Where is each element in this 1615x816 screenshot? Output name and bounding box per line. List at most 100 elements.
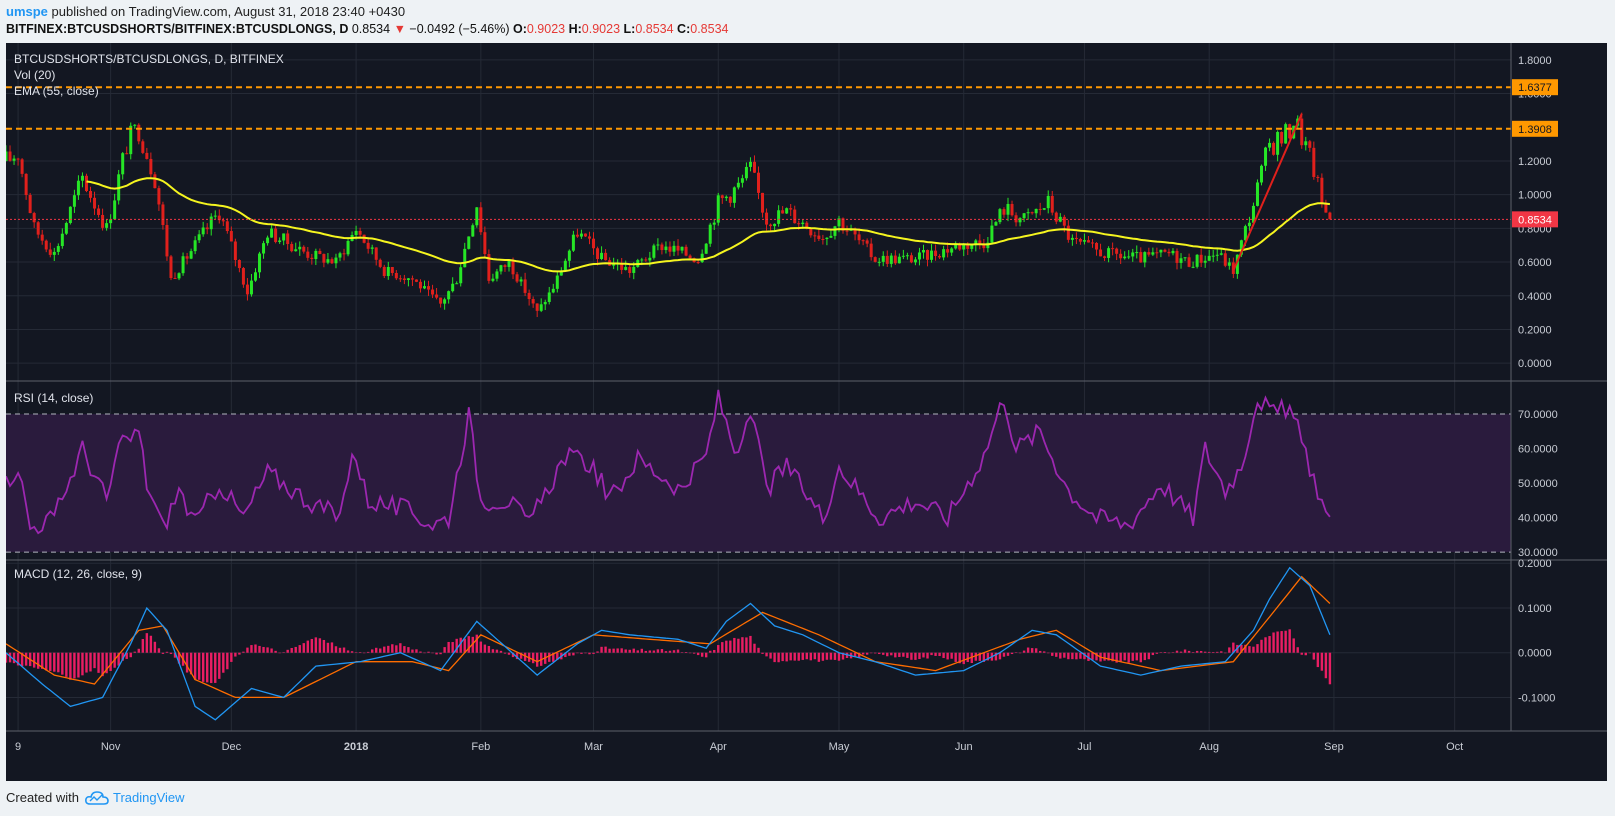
candle-down[interactable]: [483, 232, 487, 255]
candle-down[interactable]: [141, 141, 145, 153]
candle-up[interactable]: [1264, 147, 1268, 166]
candle-down[interactable]: [185, 256, 189, 259]
candle-up[interactable]: [1203, 260, 1207, 263]
candle-down[interactable]: [36, 222, 40, 235]
candle-up[interactable]: [1006, 203, 1010, 215]
candle-down[interactable]: [1316, 176, 1320, 178]
candle-up[interactable]: [499, 265, 503, 272]
candle-up[interactable]: [600, 252, 604, 259]
candle-down[interactable]: [137, 124, 141, 142]
candle-down[interactable]: [1175, 250, 1179, 263]
candle-down[interactable]: [1167, 251, 1171, 254]
candle-down[interactable]: [1163, 249, 1167, 252]
candle-down[interactable]: [225, 221, 229, 232]
candle-down[interactable]: [1099, 249, 1103, 257]
candle-up[interactable]: [294, 249, 298, 252]
candle-up[interactable]: [1042, 208, 1046, 210]
candle-up[interactable]: [423, 286, 427, 289]
candle-down[interactable]: [535, 303, 539, 311]
candle-up[interactable]: [52, 251, 56, 255]
candle-up[interactable]: [189, 251, 193, 259]
candle-up[interactable]: [724, 196, 728, 199]
candle-up[interactable]: [785, 208, 789, 214]
candle-down[interactable]: [592, 238, 596, 249]
candle-up[interactable]: [1227, 262, 1231, 266]
candle-up[interactable]: [68, 206, 72, 224]
candle-up[interactable]: [201, 227, 205, 235]
candle-down[interactable]: [93, 197, 97, 209]
candle-down[interactable]: [1050, 195, 1054, 213]
candle-up[interactable]: [1131, 252, 1135, 257]
candle-up[interactable]: [213, 215, 217, 217]
candle-down[interactable]: [1090, 242, 1094, 244]
candle-down[interactable]: [153, 174, 157, 189]
candle-down[interactable]: [16, 158, 20, 160]
candle-down[interactable]: [125, 153, 129, 155]
candle-down[interactable]: [1199, 254, 1203, 263]
candle-up[interactable]: [905, 255, 909, 257]
candle-down[interactable]: [789, 208, 793, 210]
candle-down[interactable]: [1147, 252, 1151, 255]
candle-down[interactable]: [245, 284, 249, 295]
candle-up[interactable]: [1082, 240, 1086, 242]
candle-down[interactable]: [390, 266, 394, 273]
candle-up[interactable]: [298, 246, 302, 250]
candle-up[interactable]: [1135, 252, 1139, 254]
candle-down[interactable]: [797, 223, 801, 225]
candle-down[interactable]: [145, 152, 149, 159]
candle-down[interactable]: [757, 172, 760, 193]
candle-up[interactable]: [1247, 222, 1251, 227]
candle-up[interactable]: [889, 255, 893, 264]
candle-down[interactable]: [161, 204, 165, 226]
candle-down[interactable]: [1014, 215, 1018, 223]
candle-up[interactable]: [704, 243, 708, 254]
candle-down[interactable]: [274, 228, 278, 242]
candle-up[interactable]: [278, 240, 282, 242]
candle-up[interactable]: [555, 275, 559, 289]
candle-up[interactable]: [716, 195, 720, 223]
candle-up[interactable]: [994, 222, 998, 226]
candle-down[interactable]: [157, 188, 161, 205]
candle-up[interactable]: [612, 264, 616, 266]
candle-up[interactable]: [475, 207, 479, 226]
candle-down[interactable]: [414, 279, 418, 282]
candle-up[interactable]: [258, 253, 262, 273]
candle-up[interactable]: [652, 245, 656, 258]
candle-up[interactable]: [1159, 249, 1163, 253]
candle-down[interactable]: [1280, 132, 1284, 144]
candle-down[interactable]: [938, 255, 942, 258]
candle-up[interactable]: [12, 158, 16, 161]
candle-down[interactable]: [515, 274, 519, 282]
candle-down[interactable]: [24, 173, 28, 195]
candle-down[interactable]: [44, 240, 48, 250]
candle-up[interactable]: [954, 244, 958, 249]
candle-up[interactable]: [740, 178, 744, 183]
candle-up[interactable]: [249, 280, 253, 295]
candle-down[interactable]: [310, 257, 314, 259]
candle-up[interactable]: [209, 216, 213, 230]
candle-down[interactable]: [302, 246, 306, 252]
tradingview-brand[interactable]: TradingView: [85, 790, 185, 805]
candle-down[interactable]: [1187, 257, 1191, 267]
candle-down[interactable]: [946, 249, 950, 253]
candle-up[interactable]: [133, 124, 137, 126]
candle-up[interactable]: [129, 125, 133, 155]
candle-down[interactable]: [1074, 237, 1078, 239]
candle-down[interactable]: [318, 250, 322, 255]
candle-down[interactable]: [793, 209, 797, 224]
candle-down[interactable]: [378, 259, 382, 267]
candle-up[interactable]: [262, 243, 266, 254]
candle-up[interactable]: [113, 200, 117, 220]
candle-down[interactable]: [1010, 203, 1014, 216]
candle-up[interactable]: [519, 279, 523, 282]
candle-up[interactable]: [334, 257, 338, 264]
candle-up[interactable]: [56, 246, 60, 252]
candle-up[interactable]: [680, 246, 684, 251]
candle-down[interactable]: [1308, 141, 1312, 148]
candle-down[interactable]: [604, 252, 608, 261]
candle-down[interactable]: [596, 248, 600, 259]
candle-down[interactable]: [1320, 177, 1324, 203]
candle-down[interactable]: [427, 286, 431, 290]
candle-down[interactable]: [1054, 212, 1058, 222]
candle-up[interactable]: [406, 278, 410, 280]
